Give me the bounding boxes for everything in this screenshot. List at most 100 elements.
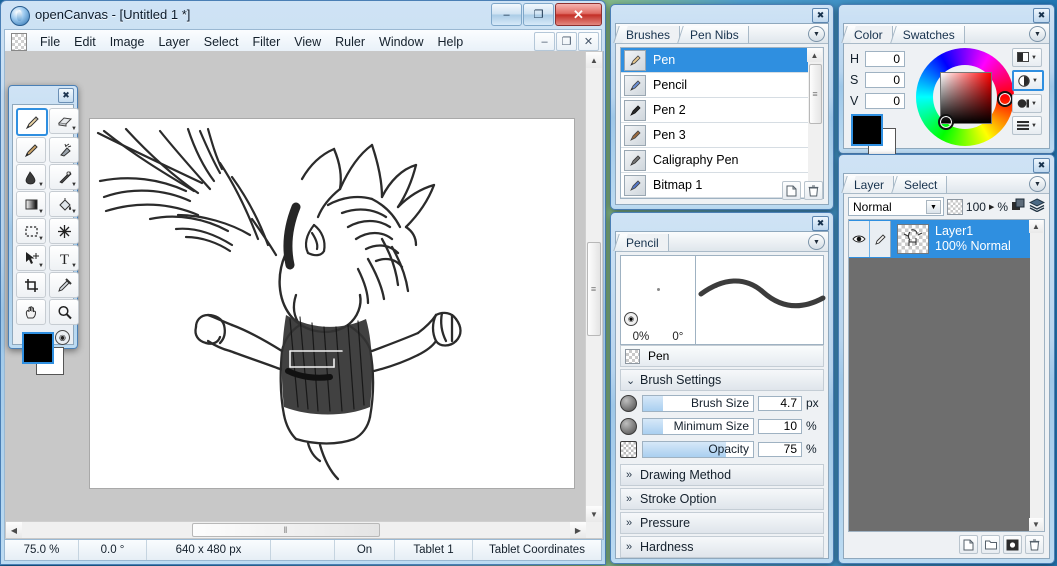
- color-wheel[interactable]: [916, 48, 1014, 146]
- airbrush-tool[interactable]: [49, 137, 79, 163]
- layer-edit-icon[interactable]: [870, 221, 891, 257]
- canvas-horizontal-scrollbar[interactable]: ◀ ‖ ▶: [6, 521, 586, 538]
- hue-marker[interactable]: [997, 91, 1013, 107]
- vertical-scroll-thumb[interactable]: ≡: [587, 242, 601, 336]
- swap-colors-icon[interactable]: ◉: [55, 330, 70, 345]
- hand-tool[interactable]: [16, 299, 46, 325]
- section-brush-settings[interactable]: ⌄ Brush Settings: [620, 369, 824, 391]
- close-button[interactable]: ✕: [555, 3, 602, 26]
- saturation-input[interactable]: 0: [865, 72, 905, 88]
- layer-panel-close-button[interactable]: ✖: [1033, 158, 1050, 173]
- move-dropdown-arrow[interactable]: ▼: [38, 263, 44, 269]
- foreground-color-swatch[interactable]: [22, 332, 54, 364]
- smudge-dropdown-arrow[interactable]: ▼: [71, 182, 77, 188]
- opacity-value[interactable]: 75: [758, 441, 802, 457]
- color-panel-menu-icon[interactable]: ▼: [1029, 26, 1046, 42]
- stack-icon[interactable]: [1028, 198, 1046, 215]
- layer-visibility-icon[interactable]: [849, 221, 870, 257]
- chevron-down-icon[interactable]: ▼: [925, 200, 941, 214]
- resize-handle-icon[interactable]: ◉: [624, 312, 638, 326]
- brush-size-track[interactable]: Brush Size: [642, 394, 754, 412]
- brush-size-value[interactable]: 4.7: [758, 395, 802, 411]
- horizontal-scroll-thumb[interactable]: ‖: [192, 523, 380, 537]
- color-mode-sliders[interactable]: ▼: [1012, 116, 1042, 135]
- menu-item-image[interactable]: Image: [103, 33, 152, 51]
- trash-icon[interactable]: [1025, 535, 1044, 554]
- brushes-scroll-up-arrow[interactable]: ▲: [807, 48, 822, 62]
- minimize-button[interactable]: –: [491, 3, 522, 26]
- slider-minimum-size[interactable]: Minimum Size 10 %: [620, 415, 824, 437]
- scroll-up-arrow[interactable]: ▲: [586, 52, 602, 68]
- blend-mode-select[interactable]: Normal ▼: [848, 197, 944, 216]
- hue-input[interactable]: 0: [865, 51, 905, 67]
- marquee-select-tool[interactable]: ▼: [16, 218, 46, 244]
- layers-clip-icon[interactable]: [1011, 198, 1026, 215]
- menu-item-select[interactable]: Select: [197, 33, 246, 51]
- mdi-close-button[interactable]: ✕: [578, 32, 599, 51]
- tab-brushes[interactable]: Brushes: [616, 26, 681, 43]
- section-pressure[interactable]: » Pressure: [620, 512, 824, 534]
- section-drawing-method[interactable]: » Drawing Method: [620, 464, 824, 486]
- layers-list[interactable]: Layer1 100% Normal: [848, 219, 1045, 532]
- layers-scroll-up-arrow[interactable]: ▲: [1029, 220, 1043, 233]
- text-tool[interactable]: T ▼: [49, 245, 79, 271]
- zoom-tool[interactable]: [49, 299, 79, 325]
- pencil-tool[interactable]: [16, 108, 48, 136]
- checker-icon[interactable]: [946, 198, 963, 215]
- layers-scroll-down-arrow[interactable]: ▼: [1029, 518, 1043, 531]
- tab-pen-nibs[interactable]: Pen Nibs: [680, 26, 749, 43]
- layers-list-scrollbar[interactable]: ▲ ▼: [1029, 219, 1045, 532]
- layer-thumbnail[interactable]: [897, 224, 929, 254]
- marquee-dropdown-arrow[interactable]: ▼: [38, 236, 44, 242]
- new-page-icon[interactable]: [782, 181, 801, 200]
- brush-list-item[interactable]: Pen: [621, 48, 823, 73]
- eyedropper-tool[interactable]: [49, 272, 79, 298]
- brush-shape-preview[interactable]: ◉ 0% 0°: [621, 256, 696, 344]
- brushes-list[interactable]: Pen Pencil Pen 2 Pen 3 Caligraphy Pen Bi…: [620, 47, 824, 199]
- mask-icon[interactable]: [1003, 535, 1022, 554]
- menu-item-ruler[interactable]: Ruler: [328, 33, 372, 51]
- tab-layer[interactable]: Layer: [844, 176, 895, 193]
- color-mode-bar[interactable]: ▼: [1012, 48, 1042, 67]
- menu-item-filter[interactable]: Filter: [245, 33, 287, 51]
- mdi-restore-button[interactable]: ❐: [556, 32, 577, 51]
- folder-icon[interactable]: [981, 535, 1000, 554]
- menu-item-view[interactable]: View: [287, 33, 328, 51]
- maximize-button[interactable]: ❐: [523, 3, 554, 26]
- menu-item-file[interactable]: File: [33, 33, 67, 51]
- slider-opacity[interactable]: Opacity 75 %: [620, 438, 824, 460]
- tab-select[interactable]: Select: [894, 176, 948, 193]
- canvas-paper[interactable]: [90, 119, 574, 488]
- sv-marker[interactable]: [938, 114, 954, 130]
- mdi-minimize-button[interactable]: –: [534, 32, 555, 51]
- layer-row[interactable]: Layer1 100% Normal: [849, 220, 1044, 258]
- brush-list-item[interactable]: Caligraphy Pen: [621, 148, 823, 173]
- eraser-dropdown-arrow[interactable]: ▼: [71, 126, 77, 132]
- trash-icon[interactable]: [804, 181, 823, 200]
- brush-settings-menu-icon[interactable]: ▼: [808, 234, 825, 250]
- brush-list-item[interactable]: Pencil: [621, 73, 823, 98]
- color-mode-circle[interactable]: ▼: [1012, 94, 1042, 113]
- tab-color[interactable]: Color: [844, 26, 893, 43]
- slider-brush-size[interactable]: Brush Size 4.7 px: [620, 392, 824, 414]
- brushes-scroll-thumb[interactable]: ≡: [809, 64, 822, 124]
- scroll-right-arrow[interactable]: ▶: [570, 522, 586, 538]
- fill-dropdown-arrow[interactable]: ▼: [71, 209, 77, 215]
- toolbox-close-button[interactable]: ✖: [58, 88, 74, 103]
- blur-tool[interactable]: ▼: [16, 164, 46, 190]
- menu-item-window[interactable]: Window: [372, 33, 430, 51]
- section-hardness[interactable]: » Hardness: [620, 536, 824, 558]
- fill-tool[interactable]: ▼: [49, 191, 79, 217]
- brush-tool[interactable]: [16, 137, 46, 163]
- scroll-left-arrow[interactable]: ◀: [6, 522, 22, 538]
- color-mode-wheel[interactable]: ▼: [1012, 70, 1044, 91]
- value-input[interactable]: 0: [865, 93, 905, 109]
- layer-opacity-value[interactable]: 100: [966, 200, 986, 214]
- magic-wand-tool[interactable]: [49, 218, 79, 244]
- tab-pencil[interactable]: Pencil: [616, 234, 669, 251]
- color-panel-foreground-swatch[interactable]: [851, 114, 883, 146]
- menu-item-edit[interactable]: Edit: [67, 33, 103, 51]
- scroll-down-arrow[interactable]: ▼: [586, 506, 602, 522]
- opacity-stepper-icon[interactable]: ▶: [989, 203, 994, 211]
- minimum-size-value[interactable]: 10: [758, 418, 802, 434]
